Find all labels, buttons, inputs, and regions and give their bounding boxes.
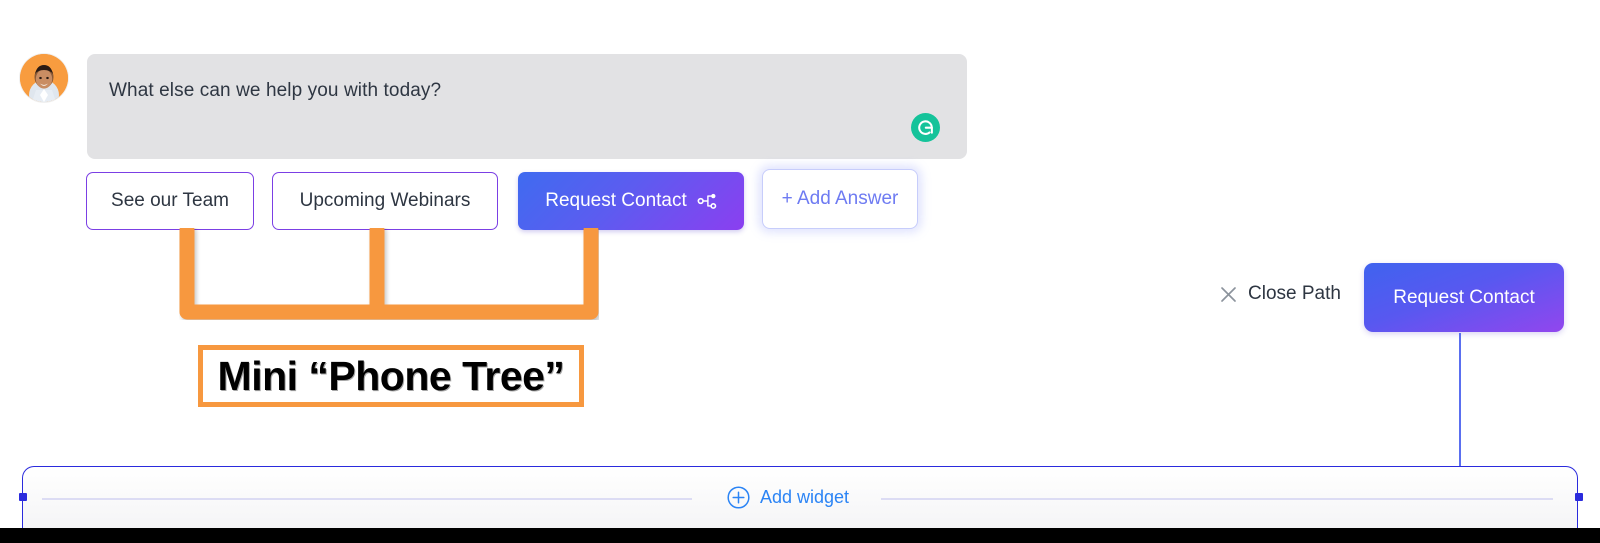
resize-handle-left[interactable] [19,493,27,501]
path-node-request-contact[interactable]: Request Contact [1364,263,1564,332]
answer-option-see-our-team[interactable]: See our Team [86,172,254,230]
grammarly-icon[interactable] [911,113,940,142]
add-widget-button[interactable]: Add widget [727,486,849,509]
close-path-label: Close Path [1248,283,1341,304]
answer-option-request-contact[interactable]: Request Contact [518,172,744,230]
close-x-icon [1221,286,1236,302]
answer-option-upcoming-webinars[interactable]: Upcoming Webinars [272,172,498,230]
add-answer-button[interactable]: + Add Answer [762,169,918,229]
assistant-message-bubble: What else can we help you with today? [87,54,967,159]
widget-divider-right [881,498,1553,500]
answer-option-label: See our Team [111,190,229,211]
branch-node-icon [697,193,717,209]
annotation-bracket [179,228,599,320]
close-path-button[interactable]: Close Path [1220,283,1341,305]
annotation-callout-box: Mini “Phone Tree” [198,345,584,407]
assistant-message-text: What else can we help you with today? [109,80,442,101]
add-widget-label: Add widget [760,487,850,507]
add-answer-label: + Add Answer [781,188,899,209]
chat-builder-canvas: What else can we help you with today? Se… [0,0,1600,543]
resize-handle-right[interactable] [1575,493,1583,501]
answer-option-label: Upcoming Webinars [299,190,471,211]
path-connector-line [1459,333,1461,469]
user-avatar-photo [20,54,68,102]
widget-divider-left [42,498,692,500]
plus-circle-icon [727,486,750,509]
bracket-shape [179,228,599,320]
answer-option-label: Request Contact [545,190,687,211]
bottom-strip [0,528,1600,543]
annotation-callout-label: Mini “Phone Tree” [217,352,565,399]
avatar [20,54,68,102]
path-node-label: Request Contact [1393,286,1535,308]
